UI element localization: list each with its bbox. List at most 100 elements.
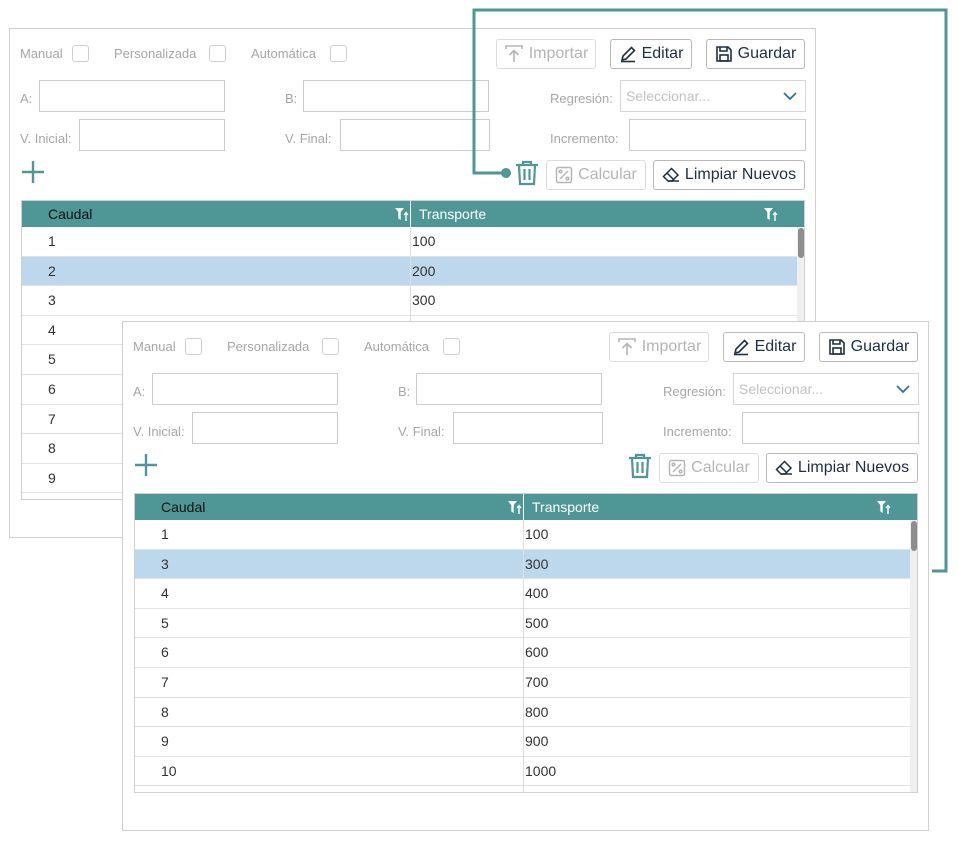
save-button-label: Guardar	[850, 338, 910, 355]
calcular-button[interactable]: Calcular	[546, 160, 646, 190]
field-b-input[interactable]	[416, 373, 602, 405]
scrollbar-thumb[interactable]	[911, 521, 917, 551]
cell-caudal[interactable]: 9	[48, 464, 56, 493]
plus-icon[interactable]	[134, 453, 158, 477]
regresion-placeholder: Seleccionar...	[626, 88, 711, 104]
cell-caudal[interactable]: 3	[161, 550, 169, 579]
import-button-label: Importar	[528, 45, 589, 62]
cell-transporte[interactable]: 300	[525, 550, 548, 579]
cell-caudal[interactable]: 1	[48, 227, 56, 256]
cell-transporte[interactable]: 700	[525, 668, 548, 697]
cell-caudal[interactable]: 2	[48, 257, 56, 286]
cell-transporte[interactable]: 400	[525, 579, 548, 608]
manual-checkbox[interactable]	[185, 338, 202, 355]
v-final-label: V. Final:	[398, 424, 445, 439]
filter-sort-icon[interactable]	[395, 207, 410, 222]
regresion-select[interactable]: Seleccionar...	[733, 373, 919, 405]
regresion-label: Regresión:	[550, 91, 613, 106]
cell-transporte[interactable]: 200	[412, 257, 435, 286]
regresion-select[interactable]: Seleccionar...	[620, 80, 806, 112]
cell-caudal[interactable]: 9	[161, 727, 169, 756]
personalizada-checkbox[interactable]	[322, 338, 339, 355]
incremento-label: Incremento:	[550, 131, 619, 146]
manual-label: Manual	[20, 46, 63, 61]
cell-transporte[interactable]: 600	[525, 638, 548, 667]
cell-transporte[interactable]: 300	[412, 286, 435, 315]
manual-label: Manual	[133, 339, 176, 354]
calcular-button[interactable]: Calcular	[659, 453, 759, 483]
upload-icon	[504, 45, 523, 62]
cell-transporte[interactable]: 800	[525, 698, 548, 727]
calcular-button-label: Calcular	[691, 459, 750, 476]
save-button-label: Guardar	[737, 45, 797, 62]
incremento-input[interactable]	[742, 412, 919, 444]
cell-caudal[interactable]: 4	[161, 579, 169, 608]
import-button[interactable]: Importar	[496, 39, 596, 69]
v-final-label: V. Final:	[285, 131, 332, 146]
manual-checkbox[interactable]	[72, 45, 89, 62]
v-final-input[interactable]	[453, 412, 603, 444]
regresion-label: Regresión:	[663, 384, 726, 399]
cell-transporte[interactable]: 1000	[525, 757, 556, 786]
cell-caudal[interactable]: 3	[48, 286, 56, 315]
import-button[interactable]: Importar	[609, 332, 709, 362]
column-header-transporte[interactable]: Transporte	[419, 201, 486, 227]
plus-icon[interactable]	[21, 160, 45, 184]
field-a-input[interactable]	[39, 80, 225, 112]
automatica-label: Automática	[364, 339, 430, 354]
eraser-icon	[775, 460, 792, 475]
scrollbar-thumb[interactable]	[798, 228, 804, 258]
v-inicial-input[interactable]	[192, 412, 338, 444]
trash-icon[interactable]	[514, 160, 540, 186]
column-header-caudal[interactable]: Caudal	[48, 201, 92, 227]
cell-caudal[interactable]: 6	[48, 375, 56, 404]
v-inicial-label: V. Inicial:	[133, 424, 185, 439]
column-header-caudal[interactable]: Caudal	[161, 494, 205, 520]
cell-caudal[interactable]: 7	[161, 668, 169, 697]
cell-caudal[interactable]: 8	[48, 434, 56, 463]
column-header-transporte[interactable]: Transporte	[532, 494, 599, 520]
cell-caudal[interactable]: 8	[161, 698, 169, 727]
cell-caudal[interactable]: 4	[48, 316, 56, 345]
save-button[interactable]: Guardar	[706, 39, 805, 69]
cell-caudal[interactable]: 7	[48, 405, 56, 434]
save-button[interactable]: Guardar	[819, 332, 918, 362]
column-separator	[523, 520, 524, 792]
field-a-label: A:	[20, 91, 33, 106]
automatica-checkbox[interactable]	[443, 338, 460, 355]
cell-caudal[interactable]: 6	[161, 638, 169, 667]
pencil-icon	[620, 46, 636, 63]
cell-caudal[interactable]: 5	[48, 345, 56, 374]
chevron-down-icon	[896, 384, 910, 393]
field-a-input[interactable]	[152, 373, 338, 405]
percent-calculator-icon	[668, 459, 686, 477]
limpiar-nuevos-button[interactable]: Limpiar Nuevos	[766, 453, 918, 483]
limpiar-nuevos-button[interactable]: Limpiar Nuevos	[653, 160, 805, 190]
v-inicial-input[interactable]	[79, 119, 225, 151]
pencil-icon	[733, 339, 749, 356]
incremento-input[interactable]	[629, 119, 806, 151]
cell-transporte[interactable]: 500	[525, 609, 548, 638]
cell-transporte[interactable]: 900	[525, 727, 548, 756]
import-button-label: Importar	[641, 338, 702, 355]
cell-transporte[interactable]: 100	[412, 227, 435, 256]
cell-caudal[interactable]: 10	[161, 757, 177, 786]
cell-transporte[interactable]: 100	[525, 520, 548, 549]
cell-caudal[interactable]: 1	[161, 520, 169, 549]
filter-sort-icon[interactable]	[508, 500, 523, 515]
scrollbar-track[interactable]	[910, 520, 917, 792]
filter-sort-icon[interactable]	[877, 500, 892, 515]
field-a-label: A:	[133, 384, 146, 399]
automatica-checkbox[interactable]	[330, 45, 347, 62]
edit-button[interactable]: Editar	[723, 332, 805, 362]
panel-content: Manual Personalizada Automática Importar…	[123, 322, 928, 830]
v-final-input[interactable]	[340, 119, 490, 151]
filter-sort-icon[interactable]	[764, 207, 779, 222]
cell-caudal[interactable]: 5	[161, 609, 169, 638]
field-b-input[interactable]	[303, 80, 489, 112]
edit-button[interactable]: Editar	[610, 39, 692, 69]
personalizada-checkbox[interactable]	[209, 45, 226, 62]
data-grid: Caudal Transporte 1 100 3 300 4 400 5 500 6 600 7 7…	[134, 493, 918, 793]
grid-header: Caudal Transporte	[135, 494, 917, 520]
trash-icon[interactable]	[627, 453, 653, 479]
